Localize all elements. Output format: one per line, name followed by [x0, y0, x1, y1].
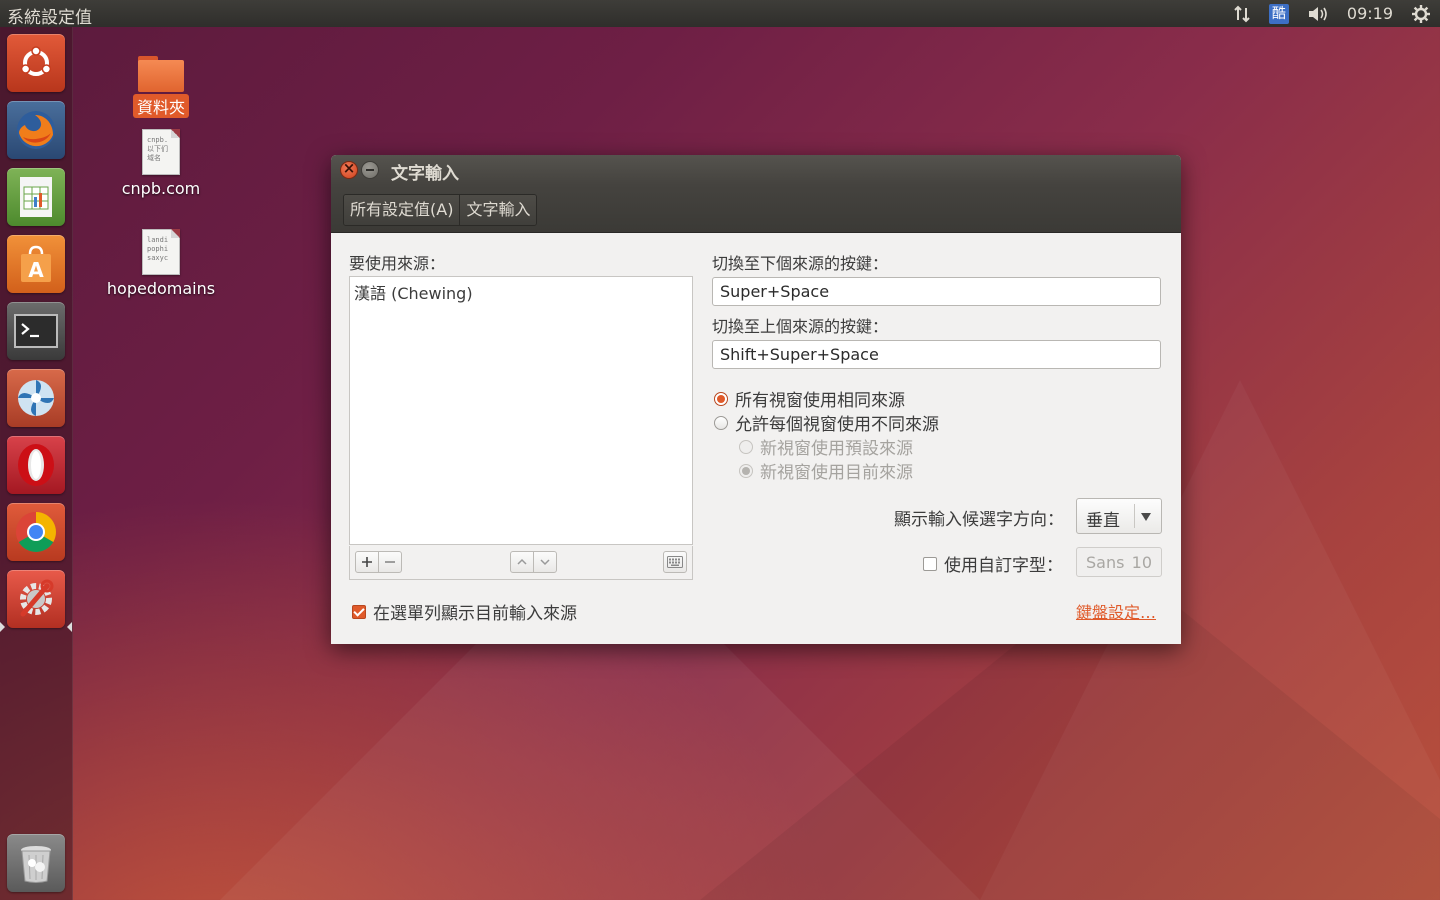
candidate-orientation-label: 顯示輸入候選字方向：: [894, 510, 1064, 530]
custom-font-checkbox[interactable]: [923, 556, 937, 571]
show-in-menubar-label: 在選單列顯示目前輸入來源: [373, 604, 577, 624]
show-in-menubar-checkbox[interactable]: [352, 604, 366, 619]
breadcrumb: 所有設定值(A) 文字輸入: [343, 194, 538, 226]
radio-current-source-row: 新視窗使用目前來源: [739, 458, 913, 483]
launcher-firefox[interactable]: [7, 101, 65, 159]
chevron-down-icon: [540, 559, 550, 566]
per-window-source-radio[interactable]: [714, 415, 728, 430]
sources-list-toolbar: [349, 546, 693, 580]
radio-per-window-row[interactable]: 允許每個視窗使用不同來源: [714, 410, 939, 435]
font-name: Sans: [1086, 552, 1125, 572]
text-entry-settings-window: 文字輸入 所有設定值(A) 文字輸入 要使用來源： 漢語 (Chewing): [331, 155, 1181, 644]
list-item[interactable]: 漢語 (Chewing): [350, 277, 692, 307]
input-method-indicator[interactable]: 酷: [1260, 0, 1298, 27]
move-source-down-button[interactable]: [533, 551, 557, 573]
launcher-system-settings[interactable]: [7, 570, 65, 628]
default-source-radio: [739, 439, 753, 454]
launcher-ubuntu-software-center[interactable]: A: [7, 235, 65, 293]
prev-source-key-field[interactable]: Shift+Super+Space: [712, 340, 1161, 369]
chrome-icon: [16, 512, 56, 552]
settings-icon: [20, 579, 54, 617]
launcher-trash[interactable]: [7, 834, 65, 892]
custom-font-label: 使用自訂字型：: [944, 556, 1063, 576]
system-menu-gear-icon[interactable]: [1402, 0, 1440, 27]
chevron-up-icon: [517, 558, 527, 565]
launcher-libreoffice-calc[interactable]: [7, 168, 65, 226]
ubuntu-logo-icon: [20, 46, 52, 76]
svg-text:A: A: [28, 258, 44, 282]
spreadsheet-icon: [20, 177, 52, 217]
next-source-key-label: 切換至下個來源的按鍵：: [712, 254, 889, 273]
plus-icon: [362, 557, 372, 567]
launcher-chrome[interactable]: [7, 503, 65, 561]
breadcrumb-text-entry-button[interactable]: 文字輸入: [459, 195, 537, 225]
shopping-bag-icon: A: [21, 245, 51, 282]
remove-source-button[interactable]: [378, 551, 402, 573]
input-method-icon: 酷: [1268, 3, 1289, 24]
radio-same-source-row[interactable]: 所有視窗使用相同來源: [714, 386, 905, 411]
same-source-label: 所有視窗使用相同來源: [735, 391, 905, 411]
window-toolbar: 所有設定值(A) 文字輸入: [331, 185, 1181, 233]
candidate-orientation-combo[interactable]: 垂直: [1076, 498, 1162, 534]
clock[interactable]: 09:19: [1338, 0, 1402, 27]
window-title: 文字輸入: [391, 164, 459, 184]
network-icon[interactable]: [1224, 0, 1260, 27]
candidate-orientation-value: 垂直: [1086, 511, 1120, 531]
system-tray: 酷 09:19: [1224, 0, 1440, 27]
volume-icon[interactable]: [1298, 0, 1338, 27]
shotwell-icon: [18, 380, 54, 416]
input-sources-list[interactable]: 漢語 (Chewing): [349, 276, 693, 545]
keyboard-icon: [667, 556, 683, 568]
next-source-key-field[interactable]: Super+Space: [712, 277, 1161, 306]
desktop-file-cnpb-label: cnpb.com: [121, 179, 201, 198]
dropdown-arrow-icon: [1141, 513, 1151, 521]
sources-label: 要使用來源：: [349, 254, 446, 273]
text-file-icon: landi pophi saxyc: [142, 229, 180, 275]
top-panel: 系統設定值 酷 09:19: [0, 0, 1440, 28]
window-close-button[interactable]: [340, 159, 358, 179]
same-source-radio[interactable]: [714, 391, 728, 406]
desktop-file-hopedomains[interactable]: landi pophi saxyc hopedomains: [106, 229, 216, 298]
per-window-source-label: 允許每個視窗使用不同來源: [735, 415, 939, 435]
opera-icon: [18, 444, 54, 486]
desktop-folder-label: 資料夾: [132, 94, 189, 118]
prev-source-key-label: 切換至上個來源的按鍵：: [712, 317, 889, 336]
desktop-file-hopedomains-label: hopedomains: [106, 279, 216, 298]
custom-font-row[interactable]: 使用自訂字型：: [923, 551, 1063, 576]
show-in-menubar-row[interactable]: 在選單列顯示目前輸入來源: [352, 599, 577, 624]
folder-icon: [138, 54, 184, 92]
radio-default-source-row: 新視窗使用預設來源: [739, 434, 913, 459]
launcher: A: [0, 27, 73, 900]
keyboard-settings-link[interactable]: 鍵盤設定…: [1076, 599, 1156, 623]
text-file-icon: cnpb. 以下们 域名: [142, 129, 180, 175]
top-panel-app-title: 系統設定值: [7, 8, 92, 28]
desktop-file-cnpb[interactable]: cnpb. 以下们 域名 cnpb.com: [106, 129, 216, 198]
active-app-indicator-left: [0, 622, 5, 632]
minus-icon: [385, 561, 395, 563]
launcher-opera[interactable]: [7, 436, 65, 494]
window-minimize-button[interactable]: [361, 161, 379, 179]
launcher-terminal[interactable]: [7, 302, 65, 360]
firefox-icon: [17, 111, 55, 149]
default-source-label: 新視窗使用預設來源: [760, 439, 913, 459]
add-source-button[interactable]: [355, 551, 379, 573]
move-source-up-button[interactable]: [510, 551, 534, 573]
launcher-ubuntu-dash[interactable]: [7, 34, 65, 92]
launcher-shotwell[interactable]: [7, 369, 65, 427]
font-chooser-button: Sans 10: [1076, 547, 1162, 577]
desktop-folder[interactable]: 資料夾: [106, 54, 216, 118]
active-app-indicator-right: [67, 622, 72, 632]
window-content: 要使用來源： 漢語 (Chewing) 在選單列顯示目前輸入來源 切換至下個來源…: [331, 233, 1181, 644]
window-titlebar[interactable]: 文字輸入: [331, 155, 1181, 185]
trash-icon: [21, 846, 51, 883]
breadcrumb-all-settings-button[interactable]: 所有設定值(A): [344, 195, 460, 225]
terminal-icon: [14, 314, 58, 348]
font-size: 10: [1131, 552, 1152, 572]
current-source-label: 新視窗使用目前來源: [760, 463, 913, 483]
keyboard-layout-button[interactable]: [663, 551, 687, 573]
current-source-radio: [739, 463, 753, 478]
